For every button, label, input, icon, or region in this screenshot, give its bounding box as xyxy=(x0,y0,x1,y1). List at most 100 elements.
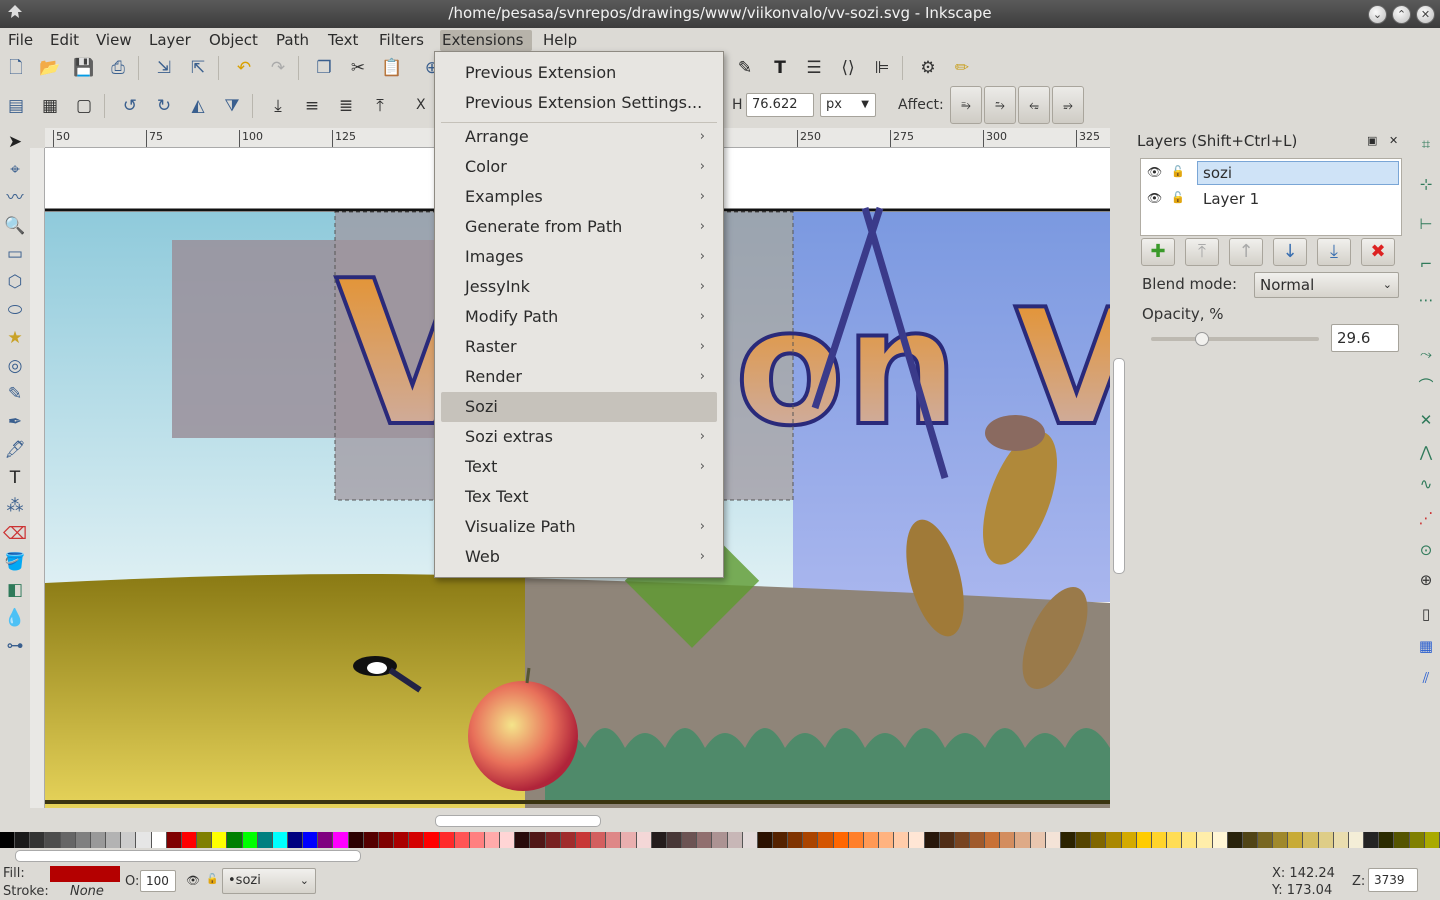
color-swatch[interactable] xyxy=(1409,832,1425,848)
palette-scrollbar-thumb[interactable] xyxy=(15,850,361,862)
lower-icon[interactable]: ≡ xyxy=(300,94,324,118)
color-swatch[interactable] xyxy=(1348,832,1365,848)
calligraphy-tool-icon[interactable]: 🖋 xyxy=(3,438,27,462)
maximize-button[interactable]: ⌃ xyxy=(1392,5,1411,24)
color-swatch[interactable] xyxy=(788,832,804,848)
menu-item-tex-text[interactable]: Tex Text xyxy=(441,482,717,512)
eraser-tool-icon[interactable]: ⌫ xyxy=(3,522,27,546)
color-swatch[interactable] xyxy=(1076,832,1092,848)
affect-pattern-toggle[interactable]: ⥴ xyxy=(1052,86,1084,124)
color-swatch[interactable] xyxy=(1000,832,1016,848)
pen-tool-icon[interactable]: ✒ xyxy=(3,410,27,434)
snap-smooth-icon[interactable]: ∿ xyxy=(1414,472,1438,496)
star-tool-icon[interactable]: ★ xyxy=(3,326,27,350)
snap-nodes-icon[interactable]: ⤳ xyxy=(1414,342,1438,366)
menu-item-render[interactable]: Render › xyxy=(441,362,717,392)
text-font-icon[interactable]: T xyxy=(768,56,792,80)
minimize-button[interactable]: ⌄ xyxy=(1368,5,1387,24)
menu-path[interactable]: Path xyxy=(274,30,311,51)
slider-handle[interactable] xyxy=(1195,332,1209,346)
color-swatch[interactable] xyxy=(1333,832,1349,848)
color-swatch[interactable] xyxy=(121,832,137,848)
snap-page-icon[interactable]: ▯ xyxy=(1414,602,1438,626)
color-swatch[interactable] xyxy=(1227,832,1243,848)
vertical-scrollbar[interactable] xyxy=(1110,148,1128,808)
height-input[interactable]: 76.622 xyxy=(746,93,814,117)
color-swatch[interactable] xyxy=(697,832,713,848)
color-swatch[interactable] xyxy=(272,832,288,848)
menu-item-web[interactable]: Web › xyxy=(441,542,717,572)
color-swatch[interactable] xyxy=(666,832,683,848)
color-swatch[interactable] xyxy=(1273,832,1289,848)
color-swatch[interactable] xyxy=(909,832,925,848)
color-swatch[interactable] xyxy=(575,832,592,848)
color-swatch[interactable] xyxy=(0,832,16,848)
snap-bbox-icon[interactable]: ⊹ xyxy=(1414,172,1438,196)
redo-icon[interactable]: ↷ xyxy=(266,56,290,80)
close-icon[interactable]: ✕ xyxy=(1389,134,1398,147)
raise-to-top-icon[interactable]: ⤒ xyxy=(368,94,392,118)
lower-layer-button[interactable]: ↓ xyxy=(1273,238,1307,266)
menu-item-text[interactable]: Text › xyxy=(441,452,717,482)
menu-help[interactable]: Help xyxy=(541,30,579,51)
color-swatch[interactable] xyxy=(30,832,46,848)
menu-item-generate-from-path[interactable]: Generate from Path › xyxy=(441,212,717,242)
color-swatch[interactable] xyxy=(727,832,743,848)
color-swatch[interactable] xyxy=(1394,832,1410,848)
color-swatch[interactable] xyxy=(181,832,198,848)
layer-row[interactable]: 👁 🔓 Layer 1 xyxy=(1141,187,1401,213)
menu-view[interactable]: View xyxy=(94,30,134,51)
color-swatch[interactable] xyxy=(742,832,758,848)
color-swatch[interactable] xyxy=(1303,832,1319,848)
preferences-icon[interactable]: ⚙ xyxy=(916,56,940,80)
snap-line-midpoint-icon[interactable]: ⋰ xyxy=(1414,506,1438,530)
color-swatch[interactable] xyxy=(60,832,76,848)
layer-lock-icon[interactable]: 🔓 xyxy=(206,874,218,885)
color-swatch[interactable] xyxy=(469,832,485,848)
lower-layer-to-bottom-button[interactable]: ⤓ xyxy=(1317,238,1351,266)
color-swatch[interactable] xyxy=(394,832,410,848)
color-swatch[interactable] xyxy=(1167,832,1183,848)
color-palette[interactable] xyxy=(0,832,1440,848)
color-swatch[interactable] xyxy=(227,832,243,848)
menu-edit[interactable]: Edit xyxy=(48,30,81,51)
opacity-slider[interactable] xyxy=(1151,332,1319,346)
color-swatch[interactable] xyxy=(1060,832,1077,848)
export-icon[interactable]: ⇱ xyxy=(186,56,210,80)
menu-item-arrange[interactable]: Arrange › xyxy=(441,122,717,152)
xml-editor-icon[interactable]: ⟨⟩ xyxy=(836,56,860,80)
raise-icon[interactable]: ≣ xyxy=(334,94,358,118)
paste-icon[interactable]: 📋 xyxy=(380,56,404,80)
fill-stroke-icon[interactable]: ✎ xyxy=(733,56,757,80)
delete-layer-button[interactable]: ✖ xyxy=(1361,238,1395,266)
lock-icon[interactable]: 🔓 xyxy=(1171,165,1185,178)
snap-bbox-corner-icon[interactable]: ⌐ xyxy=(1414,252,1438,276)
color-swatch[interactable] xyxy=(803,832,819,848)
color-swatch[interactable] xyxy=(772,832,789,848)
color-swatch[interactable] xyxy=(939,832,955,848)
visibility-icon[interactable]: 👁 xyxy=(1147,191,1162,205)
dropper-tool-icon[interactable]: 💧 xyxy=(3,606,27,630)
gradient-tool-icon[interactable]: ◧ xyxy=(3,578,27,602)
color-swatch[interactable] xyxy=(621,832,637,848)
snap-grid-icon[interactable]: ▦ xyxy=(1414,634,1438,658)
color-swatch[interactable] xyxy=(924,832,940,848)
color-swatch[interactable] xyxy=(318,832,334,848)
snap-cusp-icon[interactable]: ⋀ xyxy=(1414,440,1438,464)
color-swatch[interactable] xyxy=(287,832,304,848)
color-swatch[interactable] xyxy=(1015,832,1031,848)
color-swatch[interactable] xyxy=(1364,832,1380,848)
snap-midpoint-icon[interactable]: ⋯ xyxy=(1414,288,1438,312)
color-swatch[interactable] xyxy=(1106,832,1122,848)
color-swatch[interactable] xyxy=(636,832,652,848)
menu-item-visualize-path[interactable]: Visualize Path › xyxy=(441,512,717,542)
color-swatch[interactable] xyxy=(454,832,470,848)
raise-layer-button[interactable]: ↑ xyxy=(1229,238,1263,266)
menu-item-previous-extension-settings[interactable]: Previous Extension Settings... xyxy=(441,88,717,118)
spiral-tool-icon[interactable]: ◎ xyxy=(3,354,27,378)
color-swatch[interactable] xyxy=(560,832,576,848)
snap-guide-icon[interactable]: ⫽ xyxy=(1414,666,1438,690)
raise-layer-to-top-button[interactable]: ⤒ xyxy=(1185,238,1219,266)
snap-bbox-edge-icon[interactable]: ⊢ xyxy=(1414,212,1438,236)
color-swatch[interactable] xyxy=(409,832,425,848)
